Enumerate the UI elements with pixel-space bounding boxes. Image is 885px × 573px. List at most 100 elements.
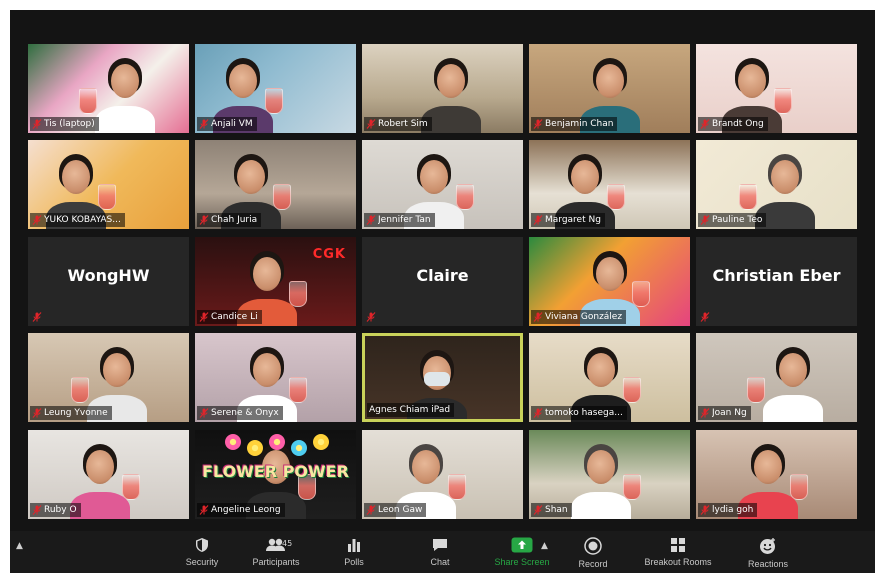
participants-button[interactable]: 45 Participants [238, 537, 314, 573]
participant-tile[interactable]: Margaret Ng [529, 140, 690, 229]
muted-mic-icon [366, 312, 376, 322]
drink-glass [289, 377, 307, 403]
participant-nameplate: Agnes Chiam iPad [367, 403, 455, 417]
participant-tile[interactable]: Pauline Teo [696, 140, 857, 229]
participant-name: Pauline Teo [712, 215, 763, 225]
participant-name: Leon Gaw [378, 505, 423, 515]
drink-glass [289, 281, 307, 307]
audio-options-caret-icon[interactable]: ▲ [16, 541, 23, 551]
person-face [587, 450, 615, 484]
share-screen-button[interactable]: Share Screen [484, 537, 560, 573]
drink-glass [623, 474, 641, 500]
muted-mic-icon [32, 119, 42, 129]
participant-name: Anjali VM [211, 119, 253, 129]
participant-name: lydia goh [712, 505, 754, 515]
participant-nameplate: Chah Juria [197, 213, 262, 227]
person-silhouette [763, 395, 823, 422]
breakout-rooms-icon [671, 538, 685, 552]
participant-tile[interactable]: YUKO KOBAYAS... [28, 140, 189, 229]
participant-tile[interactable]: WongHW [28, 237, 189, 326]
reactions-button[interactable]: Reactions [730, 537, 806, 573]
participant-tile[interactable]: Chah Juria [195, 140, 356, 229]
person-face [229, 64, 257, 98]
drink-glass [98, 184, 116, 210]
participant-name: Serene & Onyx [211, 408, 279, 418]
drink-glass [265, 88, 283, 114]
participant-tile[interactable]: Christian Eber [696, 237, 857, 326]
drink-glass [448, 474, 466, 500]
participant-tile[interactable]: Leung Yvonne [28, 333, 189, 422]
participant-nameplate: Brandt Ong [698, 117, 768, 131]
reactions-label: Reactions [747, 559, 789, 569]
participant-tile[interactable]: Ruby O [28, 430, 189, 519]
muted-mic-icon [366, 505, 376, 515]
participant-name: Chah Juria [211, 215, 258, 225]
participant-tile[interactable]: Benjamin Chan [529, 44, 690, 133]
person-face [437, 64, 465, 98]
participant-tile[interactable]: Robert Sim [362, 44, 523, 133]
person-face [253, 353, 281, 387]
participant-name: Benjamin Chan [545, 119, 614, 129]
participant-tile[interactable]: lydia goh [696, 430, 857, 519]
person-face [103, 353, 131, 387]
participant-nameplate: Ruby O [30, 503, 81, 517]
participant-nameplate: Robert Sim [364, 117, 432, 131]
participant-tile[interactable]: Claire [362, 237, 523, 326]
participant-tile[interactable]: Jennifer Tan [362, 140, 523, 229]
participant-tile[interactable]: Serene & Onyx [195, 333, 356, 422]
participant-tile[interactable]: Tis (laptop) [28, 44, 189, 133]
participant-name: Tis (laptop) [44, 119, 95, 129]
drink-glass [273, 184, 291, 210]
person-face [771, 160, 799, 194]
participant-tile[interactable]: tomoko hasega... [529, 333, 690, 422]
breakout-rooms-label: Breakout Rooms [644, 557, 712, 567]
participant-tile[interactable]: Joan Ng [696, 333, 857, 422]
participant-tile[interactable]: Shan [529, 430, 690, 519]
muted-mic-icon [32, 215, 42, 225]
participant-name: Jennifer Tan [378, 215, 431, 225]
muted-mic-icon [32, 312, 42, 322]
share-screen-icon [511, 537, 533, 553]
participant-tile[interactable]: CGK Candice Li [195, 237, 356, 326]
drink-glass [747, 377, 765, 403]
muted-mic-icon [533, 119, 543, 129]
drink-glass [79, 88, 97, 114]
person-silhouette [571, 492, 631, 519]
participant-tile[interactable]: Viviana González [529, 237, 690, 326]
muted-mic-icon [700, 215, 710, 225]
muted-mic-icon [533, 215, 543, 225]
chat-button[interactable]: Chat [402, 537, 478, 573]
participant-nameplate: Benjamin Chan [531, 117, 618, 131]
share-options-caret-icon[interactable]: ▲ [541, 541, 548, 551]
polls-button[interactable]: Polls [316, 537, 392, 573]
participant-nameplate: Leung Yvonne [30, 406, 112, 420]
muted-mic-icon [199, 215, 209, 225]
flower-power-banner: FLOWER POWER [202, 462, 349, 481]
participant-tile[interactable]: Leon Gaw [362, 430, 523, 519]
drink-glass [632, 281, 650, 307]
security-button[interactable]: Security [164, 537, 240, 573]
muted-mic-icon [199, 312, 209, 322]
record-button[interactable]: Record [555, 537, 631, 573]
participant-tile[interactable]: Agnes Chiam iPad [362, 333, 523, 422]
cgk-sign: CGK [312, 247, 346, 262]
participant-tile[interactable]: FLOWER POWER Angeline Leong [195, 430, 356, 519]
participant-nameplate: Serene & Onyx [197, 406, 283, 420]
face-mask [424, 372, 450, 386]
reactions-icon [760, 538, 775, 554]
record-label: Record [578, 559, 608, 569]
drink-glass [739, 184, 757, 210]
drink-glass [790, 474, 808, 500]
participant-nameplate: Anjali VM [197, 117, 257, 131]
muted-mic-icon [533, 312, 543, 322]
flower-decoration [269, 434, 285, 450]
flower-decoration [225, 434, 241, 450]
breakout-rooms-button[interactable]: Breakout Rooms [640, 537, 716, 573]
person-face [754, 450, 782, 484]
participant-name: YUKO KOBAYAS... [44, 215, 121, 225]
security-label: Security [185, 557, 219, 567]
participant-nameplate: Pauline Teo [698, 213, 767, 227]
participant-tile[interactable]: Anjali VM [195, 44, 356, 133]
participant-nameplate: lydia goh [698, 503, 758, 517]
participant-tile[interactable]: Brandt Ong [696, 44, 857, 133]
